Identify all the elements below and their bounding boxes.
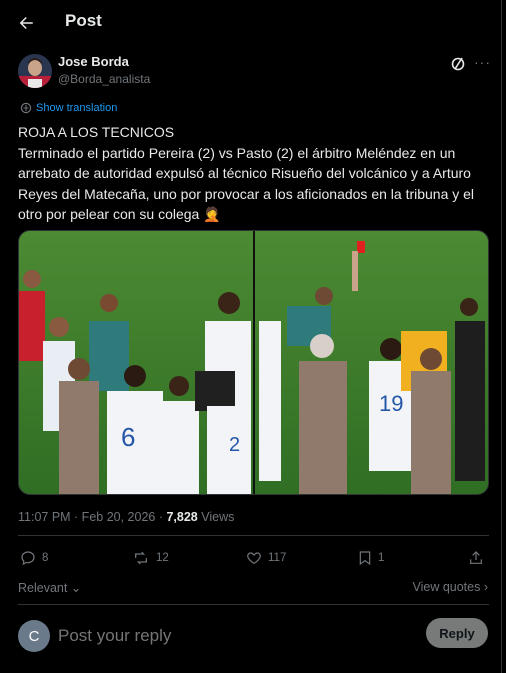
reply-input[interactable] [58, 626, 358, 646]
reply-icon [21, 551, 35, 566]
post-text: ROJA A LOS TECNICOS Terminado el partido… [18, 122, 490, 225]
divider [18, 604, 489, 605]
post-timestamp[interactable]: 11:07 PM · Feb 20, 2026 · [18, 510, 166, 524]
header: Post [0, 0, 502, 44]
show-translation-link[interactable]: Show translation [20, 102, 117, 114]
match-video-frame: 6 2 19 [19, 231, 488, 494]
post-video[interactable]: 6 2 19 [18, 230, 489, 495]
svg-text:2: 2 [229, 434, 240, 456]
like-action[interactable]: 117 [246, 550, 286, 566]
post-body: Terminado el partido Pereira (2) vs Past… [18, 144, 475, 223]
like-count: 117 [268, 552, 287, 564]
sort-relevant-dropdown[interactable]: Relevant ⌄ [18, 580, 81, 595]
author-name[interactable]: Jose Borda [58, 54, 129, 69]
post-meta: 11:07 PM · Feb 20, 2026 · 7,828 Views [18, 510, 234, 524]
divider [18, 535, 489, 536]
repost-action[interactable]: 12 [132, 550, 169, 566]
action-bar: 8 12 117 1 [18, 550, 490, 570]
reply-composer: C Reply [0, 614, 502, 664]
svg-text:6: 6 [121, 422, 135, 452]
bookmark-count: 1 [378, 552, 385, 564]
translate-icon [20, 102, 32, 114]
repost-icon [135, 551, 147, 565]
svg-text:19: 19 [379, 391, 403, 416]
replies-sort-row: Relevant ⌄ View quotes › [18, 578, 490, 596]
author-avatar[interactable] [18, 54, 52, 88]
reply-button[interactable]: Reply [426, 618, 488, 648]
repost-count: 12 [156, 552, 169, 564]
share-icon [470, 551, 482, 564]
views-count: 7,828 [166, 510, 198, 524]
post-detail-panel: Post Jose Borda @Borda_analista ··· Show… [0, 0, 502, 673]
more-options-icon[interactable]: ··· [474, 54, 491, 70]
reply-count: 8 [42, 552, 49, 564]
share-action[interactable] [468, 550, 484, 566]
facepalm-emoji: 🤦 [203, 206, 221, 222]
grok-icon[interactable] [450, 56, 466, 72]
user-avatar[interactable]: C [18, 620, 50, 652]
page-title: Post [65, 11, 102, 30]
views-label: Views [197, 510, 235, 524]
bookmark-icon [359, 551, 371, 566]
show-translation-label: Show translation [36, 102, 118, 114]
view-quotes-link[interactable]: View quotes › [412, 580, 488, 594]
author-handle[interactable]: @Borda_analista [58, 72, 150, 86]
heart-icon [247, 552, 261, 565]
bookmark-action[interactable]: 1 [358, 550, 384, 566]
post-headline: ROJA A LOS TECNICOS [18, 124, 175, 140]
reply-action[interactable]: 8 [20, 550, 48, 566]
back-arrow-icon[interactable] [14, 11, 38, 35]
